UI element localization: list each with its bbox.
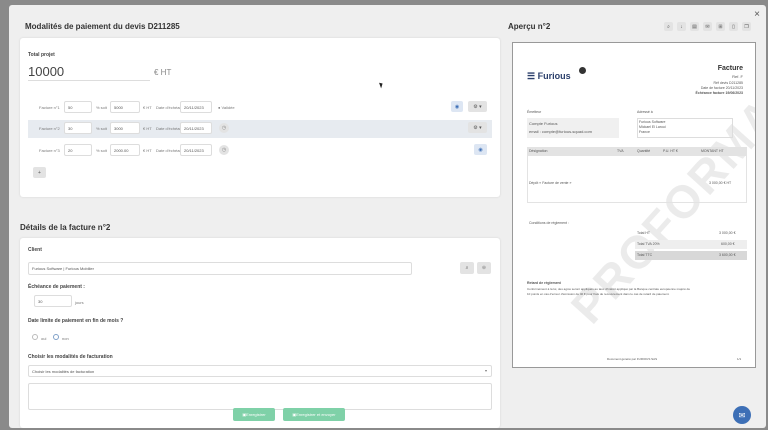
payment-card: Total projet 10000 € HT Facture n°1 50 %… (20, 38, 500, 197)
date-line: Date de facture 20/11/2023 (700, 86, 743, 90)
total-tva-label: Total TVA 20% (637, 242, 660, 246)
emitter-label: Émetteur (527, 110, 542, 114)
page-number: 1/1 (737, 357, 742, 361)
recipient-country: France (639, 130, 650, 134)
recipient-addr: Mickael El Laroui (639, 125, 666, 129)
col-qty: Quantité (637, 149, 651, 153)
installment-label: Facture n°3 (39, 148, 60, 153)
amount-unit: € HT (143, 148, 152, 153)
total-project-label: Total projet (28, 52, 55, 58)
status-badge: ● Validée (218, 105, 235, 110)
eye-icon[interactable]: ◉ (451, 101, 463, 112)
installment-label: Facture n°2 (39, 126, 60, 131)
doc-number: Ref. F (732, 74, 743, 79)
installment-label: Facture n°1 (39, 105, 60, 110)
due-label: Échéance de paiement : (28, 284, 85, 290)
total-ht-value: 3 000,00 € (719, 231, 736, 235)
emitter-name: Compte Furious (529, 121, 558, 126)
line-amount: 3 000,00 € HT (709, 181, 732, 185)
col-amount: MONTANT HT (701, 149, 724, 153)
col-tva: TVA (617, 149, 624, 153)
total-unit: € HT (154, 68, 172, 77)
payment-section-title: Modalités de paiement du devis D211285 (25, 22, 180, 31)
close-icon[interactable]: × (754, 9, 760, 20)
recipient-label: Adressé à (637, 110, 653, 114)
cart-icon[interactable]: ⊞ (716, 22, 725, 31)
percent-unit: % soit (96, 148, 107, 153)
amount-unit: € HT (143, 105, 152, 110)
date-input[interactable]: 20/11/2023 (180, 144, 212, 156)
due-line: Échéance facture 19/06/2023 (695, 91, 743, 95)
total-ht-label: Total HT (637, 231, 651, 235)
total-ttc-value: 3 600,00 € (719, 253, 736, 257)
amount-input[interactable]: 3000 (110, 122, 140, 134)
col-designation: Désignation (529, 149, 548, 153)
percent-input[interactable]: 20 (64, 144, 92, 156)
late-text-2: 10 points en cas d'erreur d'émission de … (527, 292, 670, 296)
footer-text: Document généré par FURIOUS SAS (607, 357, 658, 361)
gear-icon[interactable]: ⚙ ▾ (468, 122, 487, 133)
radio-no-label: non (62, 336, 69, 341)
add-installment-button[interactable]: + (33, 167, 46, 178)
clock-icon[interactable]: ◷ (219, 123, 229, 133)
modalities-label: Choisir les modalités de facturation (28, 354, 113, 360)
modal-window: × Modalités de paiement du devis D211285… (9, 5, 766, 428)
gear-icon[interactable]: ⚙ ▾ (468, 101, 487, 112)
invoice-card: Client Furious Software | Furious Mobili… (20, 238, 500, 428)
client-field[interactable]: Furious Software | Furious Mobilier (28, 262, 412, 275)
conditions: Conditions de règlement : (529, 221, 569, 225)
download-icon[interactable]: ↓ (677, 22, 686, 31)
add-client-icon[interactable]: ⊕ (477, 262, 491, 274)
print-icon[interactable]: ▤ (690, 22, 699, 31)
emitter-email: email : compte@furious-squad.com (529, 129, 592, 134)
date-input[interactable]: 20/11/2023 (180, 122, 212, 134)
end-month-label: Date limite de paiement en fin de mois ? (28, 318, 124, 324)
percent-input[interactable]: 50 (64, 101, 92, 113)
doc-title: Facture (717, 65, 743, 72)
chat-icon[interactable]: ✉ (733, 406, 751, 424)
total-tva-value: 600,00 € (721, 242, 735, 246)
radio-yes-label: oui (41, 336, 47, 341)
amount-unit: € HT (143, 126, 152, 131)
percent-input[interactable]: 30 (64, 122, 92, 134)
radio-yes[interactable] (32, 334, 38, 340)
logo-mark (579, 67, 586, 74)
amount-input[interactable]: 2000.00 (110, 144, 140, 156)
total-ttc-label: Total TTC (637, 253, 653, 257)
invoice-section-title: Détails de la facture n°2 (20, 223, 111, 232)
brand-logo: ☰ Furious (527, 71, 571, 81)
col-pu: P.U. HT € (663, 149, 678, 153)
date-input[interactable]: 20/11/2023 (180, 101, 212, 113)
due-days-input[interactable]: 30 (34, 295, 72, 307)
copy-icon[interactable]: ❐ (742, 22, 751, 31)
total-project-input[interactable]: 10000 (28, 64, 150, 81)
notes-textarea[interactable] (28, 383, 492, 410)
search-icon[interactable]: ⌕ (460, 262, 474, 274)
percent-unit: % soit (96, 126, 107, 131)
modalities-select[interactable]: Choisir les modalités de facturation (28, 365, 492, 377)
radio-no[interactable] (53, 334, 59, 340)
eye-icon[interactable]: ◉ (474, 144, 487, 155)
ref-line: Réf devis D211285 (713, 81, 743, 85)
save-send-button[interactable]: ▣ Enregistrer et envoyer (283, 408, 345, 421)
recipient-name: Furious Software (639, 120, 666, 124)
due-unit: jours (75, 300, 84, 305)
invoice-preview: PROFORMA ☰ Furious Facture Ref. F Réf de… (512, 42, 756, 368)
clock-icon[interactable]: ◷ (219, 145, 229, 155)
client-label: Client (28, 247, 42, 253)
late-text-1: Conformément à la loi, des agios seront … (527, 287, 691, 291)
zoom-icon[interactable]: ⌕ (664, 22, 673, 31)
table-body (527, 155, 747, 203)
chevron-down-icon: ▾ (485, 368, 488, 373)
amount-input[interactable]: 5000 (110, 101, 140, 113)
save-button[interactable]: ▣ Enregistrer (233, 408, 275, 421)
preview-title: Aperçu n°2 (508, 22, 551, 31)
late-title: Retard de règlement (527, 281, 561, 285)
file-icon[interactable]: ▯ (729, 22, 738, 31)
percent-unit: % soit (96, 105, 107, 110)
email-icon[interactable]: ✉ (703, 22, 712, 31)
line-item: Dépôt « Facture de vente » (529, 181, 572, 185)
